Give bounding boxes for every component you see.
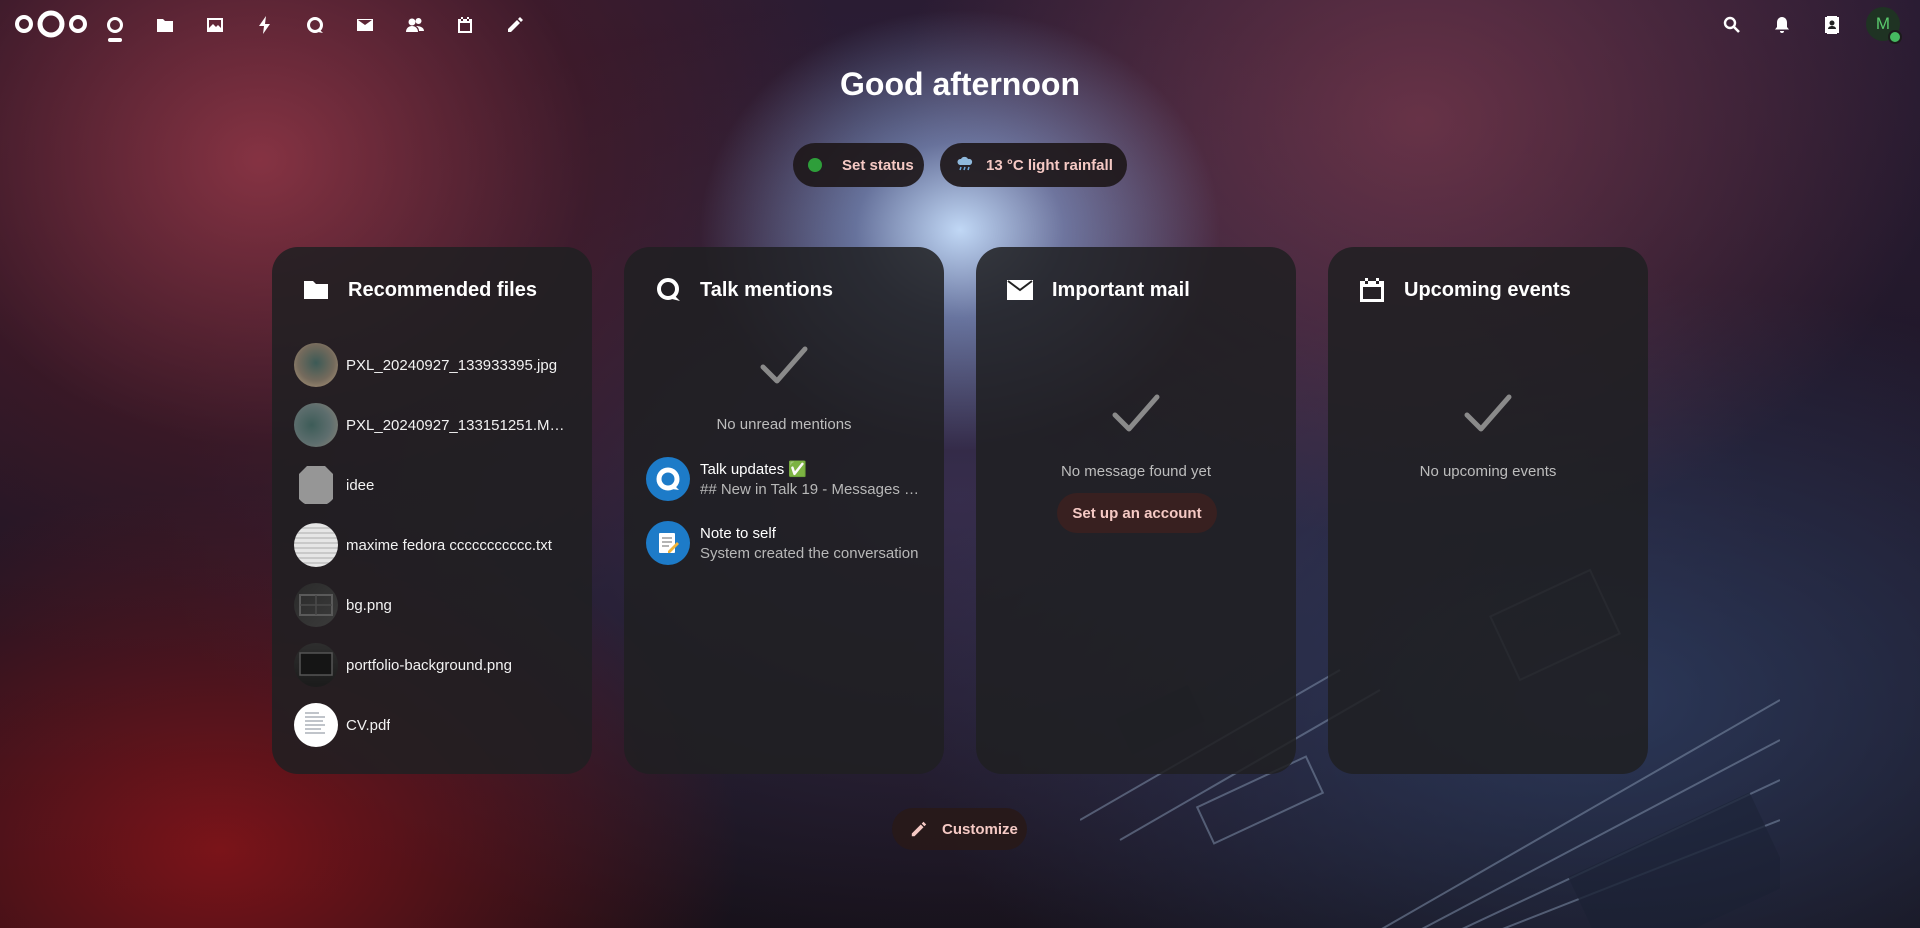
file-item[interactable]: idee	[294, 463, 584, 507]
panel-title[interactable]: Talk mentions	[700, 279, 833, 302]
talk-icon	[657, 278, 680, 301]
greeting-heading: Good afternoon	[840, 66, 1080, 102]
talk-updates-avatar-icon	[646, 457, 690, 501]
document-file-icon	[294, 463, 338, 507]
panel-header: Recommended files	[302, 275, 537, 305]
folder-icon	[304, 281, 328, 299]
empty-state-text: No upcoming events	[1419, 463, 1557, 480]
set-status-button[interactable]: Set status	[793, 143, 924, 187]
checkmark-icon	[759, 345, 809, 389]
conversation-title: Talk updates ✅	[700, 461, 808, 478]
conversation-title: Note to self	[700, 524, 776, 542]
conversation-subtitle: System created the conversation	[700, 544, 919, 562]
panel-header: Important mail	[1006, 275, 1190, 305]
file-item[interactable]: PXL_20240927_133151251.MP.jpg	[294, 403, 584, 447]
checkmark-icon	[1463, 393, 1513, 437]
upcoming-events-panel: Upcoming events No upcoming events	[1328, 247, 1648, 774]
calendar-icon	[1360, 278, 1384, 302]
panel-header: Upcoming events	[1358, 275, 1571, 305]
recommended-files-panel: Recommended files PXL_20240927_133933395…	[272, 247, 592, 774]
image-thumbnail-icon	[294, 583, 338, 627]
contacts-app-icon[interactable]	[401, 11, 429, 39]
pdf-thumbnail-icon	[294, 703, 338, 747]
notes-app-icon[interactable]	[501, 11, 529, 39]
file-name: idee	[346, 476, 375, 494]
customize-label: Customize	[942, 820, 1018, 838]
file-item[interactable]: bg.png	[294, 583, 584, 627]
text-file-thumbnail-icon	[294, 523, 338, 567]
files-app-icon[interactable]	[151, 11, 179, 39]
contacts-menu-icon[interactable]	[1818, 11, 1846, 39]
dashboard-app-icon[interactable]	[101, 11, 129, 39]
talk-mentions-panel: Talk mentions No unread mentions Talk up…	[624, 247, 944, 774]
online-status-icon	[808, 158, 822, 172]
activity-app-icon[interactable]	[251, 11, 279, 39]
set-status-label: Set status	[842, 156, 914, 174]
file-item[interactable]: CV.pdf	[294, 703, 584, 747]
set-up-account-button[interactable]: Set up an account	[1057, 493, 1217, 533]
panel-title[interactable]: Recommended files	[348, 279, 537, 302]
top-navigation-bar: M	[0, 0, 1920, 50]
mail-app-icon[interactable]	[351, 11, 379, 39]
file-name: PXL_20240927_133933395.jpg	[346, 356, 558, 374]
customize-button[interactable]: Customize	[892, 808, 1027, 850]
important-mail-panel: Important mail No message found yet Set …	[976, 247, 1296, 774]
pencil-icon	[911, 821, 927, 837]
notifications-bell-icon[interactable]	[1768, 11, 1796, 39]
file-item[interactable]: portfolio-background.png	[294, 643, 584, 687]
file-name: PXL_20240927_133151251.MP.jpg	[346, 416, 571, 434]
weather-status-button[interactable]: 13 °C light rainfall	[940, 143, 1127, 187]
mail-icon	[1007, 280, 1033, 300]
empty-state-text: No unread mentions	[716, 416, 852, 433]
active-app-indicator	[108, 38, 122, 42]
panel-header: Talk mentions	[654, 275, 833, 305]
calendar-app-icon[interactable]	[451, 11, 479, 39]
file-name: maxime fedora ccccccccccc.txt	[346, 536, 552, 554]
file-name: portfolio-background.png	[346, 656, 512, 674]
rain-cloud-icon	[956, 156, 974, 175]
checkmark-icon	[1111, 393, 1161, 437]
empty-state-text: No message found yet	[1060, 463, 1212, 480]
panel-title[interactable]: Upcoming events	[1404, 279, 1571, 302]
conversation-item[interactable]: Note to self System created the conversa…	[646, 519, 936, 567]
nextcloud-logo-icon[interactable]	[12, 8, 90, 40]
note-to-self-avatar-icon	[646, 521, 690, 565]
file-item[interactable]: PXL_20240927_133933395.jpg	[294, 343, 584, 387]
conversation-subtitle: ## New in Talk 19 - Messages can now be …	[700, 481, 926, 498]
photos-app-icon[interactable]	[201, 11, 229, 39]
file-name: CV.pdf	[346, 716, 391, 734]
weather-label: 13 °C light rainfall	[986, 156, 1113, 174]
user-online-status-dot	[1888, 30, 1902, 44]
photo-thumbnail-icon	[294, 343, 338, 387]
panel-title[interactable]: Important mail	[1052, 279, 1190, 302]
talk-app-icon[interactable]	[301, 11, 329, 39]
search-icon[interactable]	[1718, 11, 1746, 39]
file-name: bg.png	[346, 596, 392, 614]
image-thumbnail-icon	[294, 643, 338, 687]
conversation-item[interactable]: Talk updates ✅ ## New in Talk 19 - Messa…	[646, 455, 936, 503]
file-item[interactable]: maxime fedora ccccccccccc.txt	[294, 523, 584, 567]
photo-thumbnail-icon	[294, 403, 338, 447]
